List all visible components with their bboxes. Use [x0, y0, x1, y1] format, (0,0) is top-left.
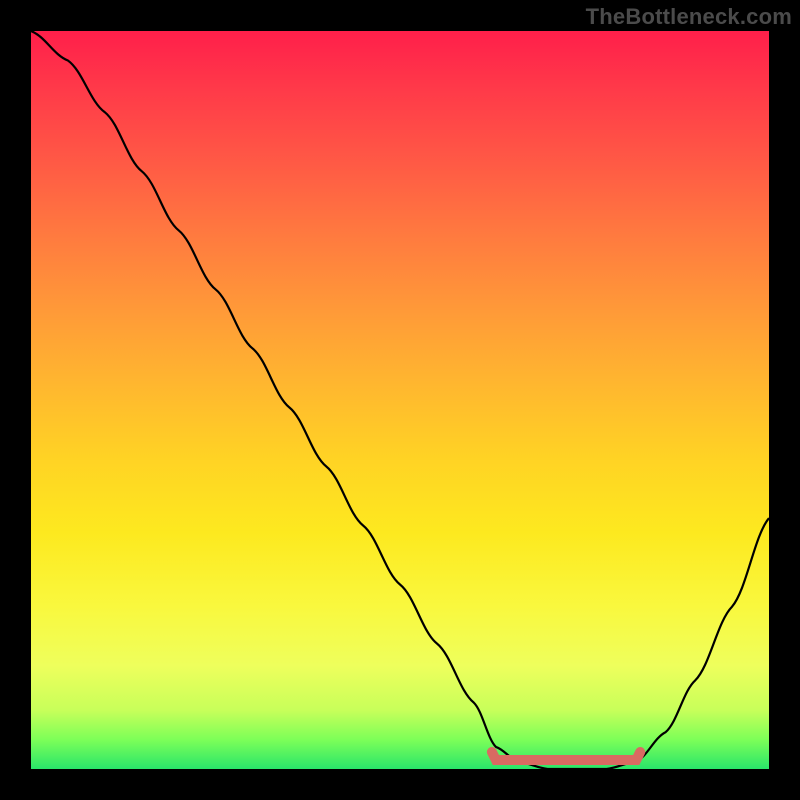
watermark-text: TheBottleneck.com [586, 4, 792, 30]
chart-svg [31, 31, 769, 769]
bottleneck-curve-line [31, 31, 769, 769]
chart-frame: TheBottleneck.com [0, 0, 800, 800]
plot-area [31, 31, 769, 769]
curve-group [31, 31, 769, 769]
optimal-region-marker [492, 752, 640, 760]
